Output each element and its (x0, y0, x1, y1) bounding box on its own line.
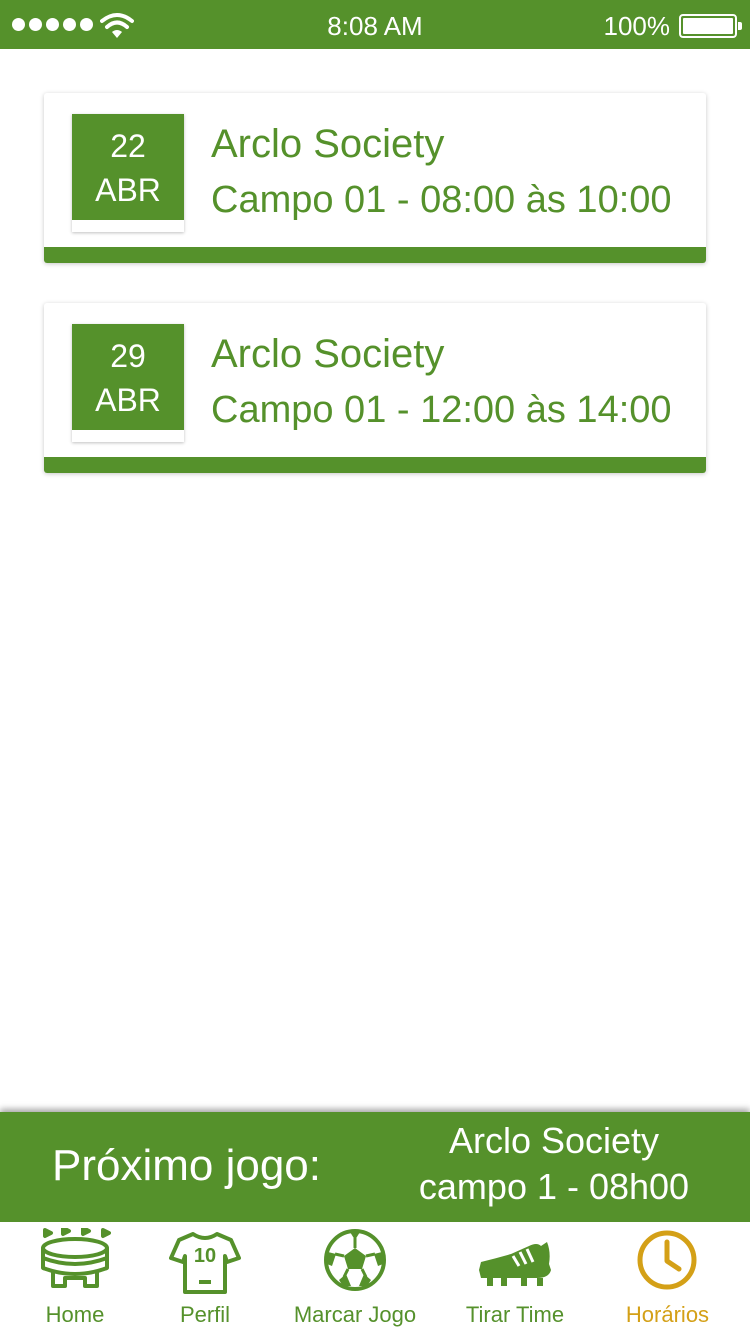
booking-card[interactable]: 22 ABR Arclo Society Campo 01 - 08:00 às… (44, 93, 706, 263)
tab-horarios-label: Horários (625, 1302, 710, 1327)
next-game-banner[interactable]: Próximo jogo: Arclo Society campo 1 - 08… (0, 1112, 750, 1222)
date-day: 29 (110, 338, 146, 374)
next-game-label: Próximo jogo: (52, 1141, 322, 1190)
booking-slot: Campo 01 - 12:00 às 14:00 (211, 389, 672, 431)
booking-venue: Arclo Society (211, 122, 445, 166)
soccer-ball-icon (324, 1229, 386, 1291)
date-day: 22 (110, 128, 146, 164)
tab-home[interactable]: Home (20, 1222, 130, 1334)
tab-home-label: Home (45, 1302, 105, 1327)
next-game-field: campo 1 - 08h00 (418, 1166, 690, 1207)
next-game-venue: Arclo Society (448, 1120, 660, 1161)
booking-venue: Arclo Society (211, 332, 445, 376)
date-month: ABR (95, 172, 161, 208)
booking-slot: Campo 01 - 08:00 às 10:00 (211, 179, 672, 221)
stadium-icon (41, 1228, 111, 1288)
battery-percentage: 100% (603, 11, 671, 41)
booking-card[interactable]: 29 ABR Arclo Society Campo 01 - 12:00 às… (44, 303, 706, 473)
tab-tirar-time-label: Tirar Time (465, 1302, 565, 1327)
date-badge: 22 ABR (72, 114, 184, 232)
svg-text:10: 10 (194, 1245, 216, 1267)
tab-horarios[interactable]: Horários (610, 1222, 725, 1334)
jersey-icon: 10 (169, 1232, 241, 1294)
date-month: ABR (95, 382, 161, 418)
date-badge: 29 ABR (72, 324, 184, 442)
battery-icon (679, 14, 742, 38)
tab-bar: Home 10 Perfil Marcar Jogo Tirar Time Ho… (0, 1222, 750, 1334)
clock-icon (637, 1230, 697, 1290)
status-bar: 8:08 AM 100% (0, 0, 750, 49)
tab-marcar-jogo-label: Marcar Jogo (293, 1302, 417, 1327)
tab-perfil-label: Perfil (179, 1302, 231, 1327)
tab-perfil[interactable]: 10 Perfil (150, 1222, 260, 1334)
tab-marcar-jogo[interactable]: Marcar Jogo (280, 1222, 430, 1334)
tab-tirar-time[interactable]: Tirar Time (450, 1222, 580, 1334)
cleat-icon (479, 1242, 551, 1286)
